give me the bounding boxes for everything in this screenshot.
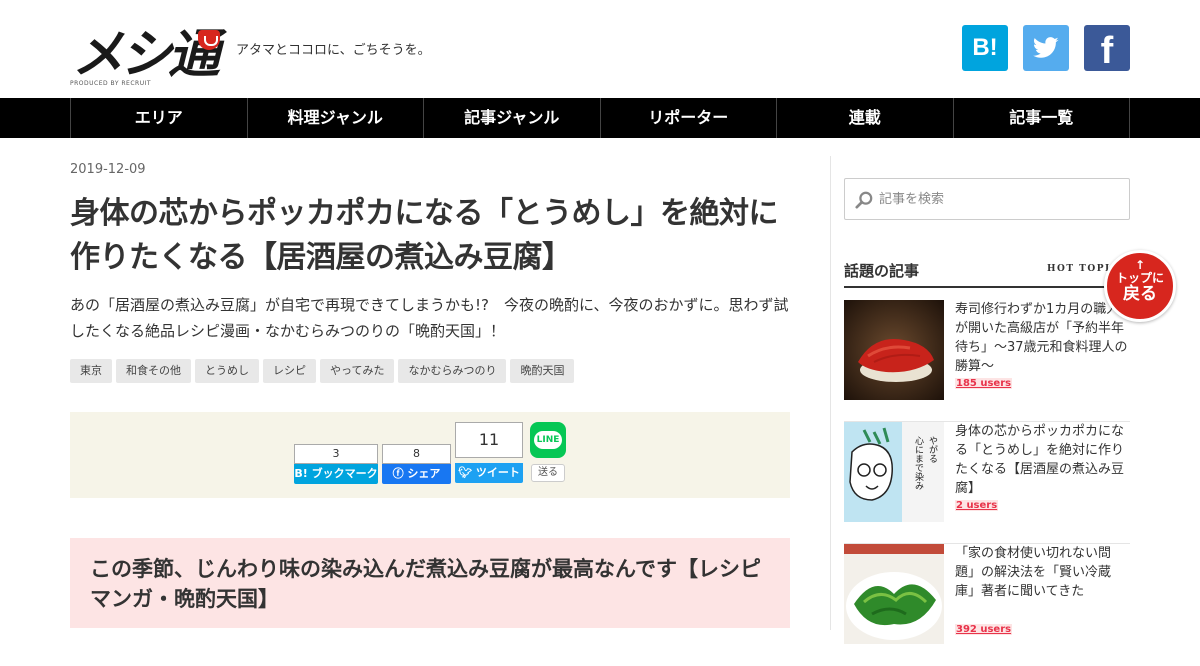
users-count-badge[interactable]: 185 users — [955, 378, 1013, 389]
facebook-icon: ⓕ — [392, 467, 408, 480]
svg-text:心にまで染み: 心にまで染み — [913, 436, 924, 490]
tweet-button[interactable]: 🐦︎ ツイート — [455, 463, 523, 483]
twitter-bird-icon[interactable] — [1023, 25, 1069, 71]
hot-topics-title: 話題の記事 — [844, 262, 920, 280]
article-lead: あの「居酒屋の煮込み豆腐」が自宅で再現できてしまうかも!? 今夜の晩酌に、今夜の… — [70, 296, 789, 340]
nav-item-article-list[interactable]: 記事一覧 — [954, 98, 1130, 138]
hatena-bookmark-icon[interactable]: B! — [962, 25, 1008, 71]
column-divider — [830, 156, 831, 630]
list-item[interactable]: 心にまで染み やがる 身体の芯からポッカポカになる「とうめし」を絶対に作りたくな… — [844, 422, 1130, 544]
share-box: 3 B! ブックマーク 8 ⓕ シェア 11 🐦︎ ツイート LINE 送る — [70, 412, 790, 498]
sushi-thumbnail[interactable] — [844, 300, 944, 400]
tag-list: 東京 和食その他 とうめし レシピ やってみた なかむらみつのり 晩酌天国 — [70, 359, 575, 383]
back-to-top-label-1: トップに — [1115, 271, 1164, 285]
up-arrow-icon: ↑ — [1134, 258, 1146, 272]
site-tagline: アタマとココロに、ごちそうを。 — [236, 43, 431, 58]
sushi-image — [844, 300, 944, 400]
line-icon[interactable]: LINE — [530, 422, 566, 458]
hatena-count: 3 — [294, 444, 378, 464]
nav-item-cuisine-genre[interactable]: 料理ジャンル — [248, 98, 424, 138]
search-input[interactable] — [879, 179, 1119, 219]
tag-item[interactable]: 晩酌天国 — [510, 359, 575, 383]
manga-image: 心にまで染み やがる — [844, 422, 944, 522]
line-icon-label: LINE — [533, 431, 563, 449]
list-item[interactable]: 「家の食材使い切れない問題」の解決法を「賢い冷蔵庫」著者に聞いてきた 392 u… — [844, 544, 1130, 666]
twitter-icon: 🐦︎ — [458, 466, 476, 479]
tag-item[interactable]: とうめし — [195, 359, 259, 383]
greens-thumbnail[interactable] — [844, 544, 944, 644]
users-count-badge[interactable]: 2 users — [955, 500, 999, 511]
facebook-count: 8 — [382, 444, 451, 464]
logo-text: メシ通 — [72, 24, 220, 85]
search-box — [844, 178, 1130, 220]
list-item[interactable]: 寿司修行わずか1カ月の職人が開いた高級店が「予約半年待ち」〜37歳元和食料理人の… — [844, 300, 1130, 422]
global-nav: エリア 料理ジャンル 記事ジャンル リポーター 連載 記事一覧 — [0, 98, 1200, 138]
tag-item[interactable]: 和食その他 — [116, 359, 191, 383]
tag-item[interactable]: なかむらみつのり — [398, 359, 507, 383]
tweet-label: ツイート — [475, 466, 520, 479]
back-to-top-label-2: 戻る — [1123, 284, 1157, 304]
facebook-share[interactable]: 8 ⓕ シェア — [382, 444, 451, 484]
line-send-button[interactable]: 送る — [531, 464, 565, 482]
svg-text:やがる: やがる — [927, 436, 938, 463]
facebook-share-button[interactable]: ⓕ シェア — [382, 464, 451, 484]
article-link-title[interactable]: 「家の食材使い切れない問題」の解決法を「賢い冷蔵庫」著者に聞いてきた — [955, 544, 1130, 601]
nav-item-series[interactable]: 連載 — [777, 98, 954, 138]
manga-thumbnail[interactable]: 心にまで染み やがる — [844, 422, 944, 522]
facebook-share-label: シェア — [407, 467, 441, 480]
hatena-share[interactable]: 3 B! ブックマーク — [294, 444, 378, 484]
nav-item-area[interactable]: エリア — [71, 98, 248, 138]
nav-item-article-genre[interactable]: 記事ジャンル — [424, 98, 601, 138]
logo-sub: PRODUCED BY RECRUIT — [70, 80, 152, 87]
hatena-bookmark-button[interactable]: B! ブックマーク — [294, 464, 378, 484]
greens-image — [844, 544, 944, 644]
site-header: メシ通 PRODUCED BY RECRUIT アタマとココロに、ごちそうを。 … — [0, 0, 1200, 98]
article-title: 身体の芯からポッカポカになる「とうめし」を絶対に作りたくなる【居酒屋の煮込み豆腐… — [70, 196, 779, 275]
twitter-share[interactable]: 11 🐦︎ ツイート — [455, 422, 523, 484]
magnifier-icon — [855, 191, 873, 209]
line-share[interactable]: LINE 送る — [530, 422, 566, 484]
tag-item[interactable]: やってみた — [320, 359, 395, 383]
bowl-icon — [198, 30, 220, 50]
facebook-f-icon[interactable]: f — [1084, 25, 1130, 72]
hot-topics-rule — [844, 286, 1130, 288]
twitter-bird-icon-glyph — [1033, 37, 1059, 58]
article-link-title[interactable]: 身体の芯からポッカポカになる「とうめし」を絶対に作りたくなる【居酒屋の煮込み豆腐… — [955, 422, 1130, 498]
publish-date: 2019-12-09 — [70, 162, 146, 177]
twitter-count: 11 — [455, 422, 523, 458]
site-logo[interactable]: メシ通 PRODUCED BY RECRUIT — [70, 8, 222, 90]
tag-item[interactable]: レシピ — [263, 359, 316, 383]
nav-item-reporter[interactable]: リポーター — [601, 98, 777, 138]
tag-item[interactable]: 東京 — [70, 359, 112, 383]
back-to-top-button[interactable]: ↑ トップに 戻る — [1104, 250, 1176, 322]
article-link-title[interactable]: 寿司修行わずか1カ月の職人が開いた高級店が「予約半年待ち」〜37歳元和食料理人の… — [955, 300, 1130, 376]
section-heading: この季節、じんわり味の染み込んだ煮込み豆腐が最高なんです【レシピマンガ・晩酌天国… — [70, 538, 790, 628]
